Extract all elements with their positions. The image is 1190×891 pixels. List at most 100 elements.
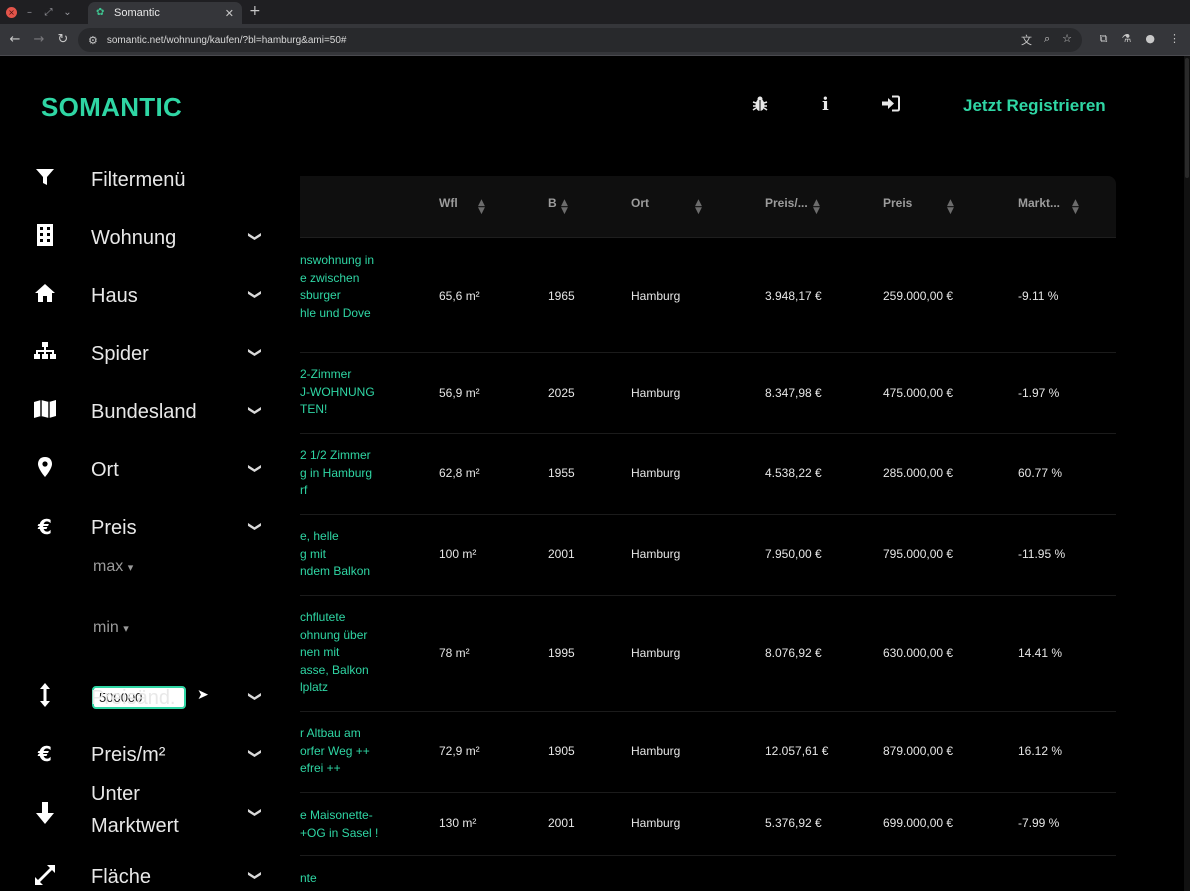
column-header-baujahr[interactable]: B — [548, 196, 557, 210]
listing-title-link[interactable]: 2 1/2 Zimmer g in Hamburg rf — [300, 447, 410, 500]
cell-wfl: 100 m² — [439, 547, 477, 561]
bug-icon[interactable] — [751, 95, 769, 118]
sidebar-item-label: Preis — [91, 517, 137, 539]
address-bar[interactable]: ⚙ somantic.net/wohnung/kaufen/?bl=hambur… — [78, 28, 1082, 52]
zoom-icon[interactable]: ⌕ — [1044, 32, 1050, 48]
price-min-toggle[interactable]: min ▾ — [93, 619, 129, 637]
table-row[interactable]: e, helle g mit ndem Balkon 100 m² 2001 H… — [248, 515, 1116, 596]
sidebar-item-flaeche[interactable]: Fläche ❯ — [0, 858, 300, 891]
price-max-toggle[interactable]: max ▾ — [93, 558, 133, 576]
cell-marktwert: 60.77 % — [1018, 466, 1063, 480]
chevron-down-icon[interactable]: ❯ — [247, 807, 262, 818]
translate-icon[interactable]: 文 — [1021, 32, 1032, 48]
chevron-down-icon[interactable]: ❯ — [247, 231, 262, 242]
forward-icon[interactable]: → — [27, 32, 51, 47]
tab-search-icon[interactable]: ⌄ — [61, 7, 74, 18]
listing-title-link[interactable]: nte — [300, 870, 410, 888]
table-row[interactable]: nswohnung in e zwischen sburger hle und … — [248, 238, 1116, 353]
cell-wfl: 62,8 m² — [439, 466, 480, 480]
sort-icon[interactable]: ▲ ▼ — [1072, 199, 1079, 216]
table-row[interactable]: 2-Zimmer J-WOHNUNG TEN! 56,9 m² 2025 Ham… — [248, 353, 1116, 434]
window-controls: × – ⤢ ⌄ — [0, 6, 84, 18]
sidebar-item-unter-marktwert[interactable]: Unter Marktwert ❯ — [0, 783, 300, 847]
sort-icon[interactable]: ▲ ▼ — [561, 199, 568, 216]
cell-baujahr: 1995 — [548, 646, 575, 660]
sidebar-item-filtermenu[interactable]: Filtermenü — [0, 161, 300, 201]
scrollbar[interactable] — [1184, 56, 1190, 891]
tab-close-icon[interactable]: ✕ — [225, 7, 234, 20]
chevron-down-icon[interactable]: ❯ — [247, 521, 262, 532]
sidebar-item-bundesland[interactable]: Bundesland ❯ — [0, 393, 300, 433]
sidebar-item-preis[interactable]: € Preis ❯ — [0, 509, 300, 549]
bookmark-star-icon[interactable]: ☆ — [1062, 32, 1072, 48]
extensions-icon[interactable]: ⧉ — [1100, 32, 1108, 46]
tab-title: Somantic — [114, 7, 160, 19]
sidebar-item-label: Fläche — [91, 866, 152, 888]
menu-icon[interactable]: ⋮ — [1169, 32, 1180, 46]
cell-wfl: 65,6 m² — [439, 289, 480, 303]
chevron-down-icon[interactable]: ❯ — [247, 347, 262, 358]
site-logo[interactable]: SOMANTIC — [41, 92, 182, 123]
reload-icon[interactable]: ↻ — [51, 32, 75, 47]
building-icon — [33, 224, 57, 251]
column-header-ort[interactable]: Ort — [631, 196, 649, 210]
register-link[interactable]: Jetzt Registrieren — [963, 96, 1106, 116]
sidebar-item-spider[interactable]: Spider ❯ — [0, 335, 300, 375]
location-pin-icon — [33, 456, 57, 483]
table-row[interactable]: 2 1/2 Zimmer g in Hamburg rf 62,8 m² 195… — [248, 434, 1116, 515]
extension-icons: ⧉ ⚗ ● ⋮ — [1100, 32, 1180, 46]
caret-down-icon: ▾ — [127, 561, 134, 574]
site-info-icon[interactable]: ⚙ — [88, 34, 98, 47]
scrollbar-thumb[interactable] — [1185, 58, 1189, 178]
chevron-down-icon[interactable]: ❯ — [247, 748, 262, 759]
column-header-wfl[interactable]: Wfl — [439, 196, 458, 210]
listing-title-link[interactable]: e Maisonette- +OG in Sasel ! — [300, 807, 410, 842]
listing-title-link[interactable]: e, helle g mit ndem Balkon — [300, 528, 410, 581]
chevron-down-icon[interactable]: ❯ — [247, 870, 262, 881]
profile-icon[interactable]: ● — [1145, 32, 1155, 46]
table-row[interactable]: chflutete ohnung über nen mit asse, Balk… — [248, 596, 1116, 712]
chevron-down-icon[interactable]: ❯ — [247, 463, 262, 474]
sidebar-item-haus[interactable]: Haus ❯ — [0, 277, 300, 317]
column-header-preis-m2[interactable]: Preis/... — [765, 196, 808, 210]
sort-icon[interactable]: ▲ ▼ — [695, 199, 702, 216]
column-header-marktwert[interactable]: Markt... — [1018, 196, 1060, 210]
house-icon — [33, 283, 57, 308]
browser-tab[interactable]: ✿ Somantic ✕ — [88, 2, 242, 24]
back-icon[interactable]: ← — [3, 32, 27, 47]
chevron-down-icon[interactable]: ❯ — [247, 691, 262, 702]
info-icon[interactable]: i — [822, 94, 829, 115]
sort-icon[interactable]: ▲ ▼ — [813, 199, 820, 216]
sidebar-item-wohnung[interactable]: Wohnung ❯ — [0, 219, 300, 259]
sidebar-item-label: Wohnung — [91, 227, 177, 249]
column-header-preis[interactable]: Preis — [883, 196, 912, 210]
window-maximize-icon[interactable]: ⤢ — [42, 7, 55, 18]
sidebar-item-ort[interactable]: Ort ❯ — [0, 451, 300, 491]
sort-icon[interactable]: ▲ ▼ — [478, 199, 485, 216]
table-row[interactable]: e Maisonette- +OG in Sasel ! 130 m² 2001… — [248, 793, 1116, 856]
table-row[interactable]: r Altbau am orfer Weg ++ efrei ++ 72,9 m… — [248, 712, 1116, 793]
cell-wfl: 78 m² — [439, 646, 470, 660]
sitemap-icon — [33, 341, 57, 366]
chevron-down-icon[interactable]: ❯ — [247, 405, 262, 416]
sign-in-icon[interactable] — [881, 95, 900, 117]
labs-icon[interactable]: ⚗ — [1122, 32, 1132, 46]
sort-icon[interactable]: ▲ ▼ — [947, 199, 954, 216]
cell-ort: Hamburg — [631, 744, 681, 758]
listing-title-link[interactable]: 2-Zimmer J-WOHNUNG TEN! — [300, 366, 410, 419]
cell-ort: Hamburg — [631, 816, 681, 830]
sidebar-item-preis-m2[interactable]: € Preis/m² ❯ — [0, 736, 300, 776]
map-icon — [33, 399, 57, 424]
sidebar-item-preisaenderung[interactable]: Preisänd. ❯ — [0, 678, 300, 718]
cell-preis-m2: 7.950,00 € — [765, 547, 822, 561]
listing-title-link[interactable]: nswohnung in e zwischen sburger hle und … — [300, 252, 410, 322]
window-minimize-icon[interactable]: – — [23, 7, 36, 18]
cell-preis: 475.000,00 € — [883, 386, 954, 400]
chevron-down-icon[interactable]: ❯ — [247, 289, 262, 300]
new-tab-icon[interactable]: + — [249, 3, 261, 19]
cell-baujahr: 2025 — [548, 386, 575, 400]
listing-title-link[interactable]: r Altbau am orfer Weg ++ efrei ++ — [300, 725, 410, 778]
table-row[interactable]: nte — [248, 856, 1116, 891]
listing-title-link[interactable]: chflutete ohnung über nen mit asse, Balk… — [300, 609, 410, 697]
window-close-icon[interactable]: × — [6, 6, 17, 18]
